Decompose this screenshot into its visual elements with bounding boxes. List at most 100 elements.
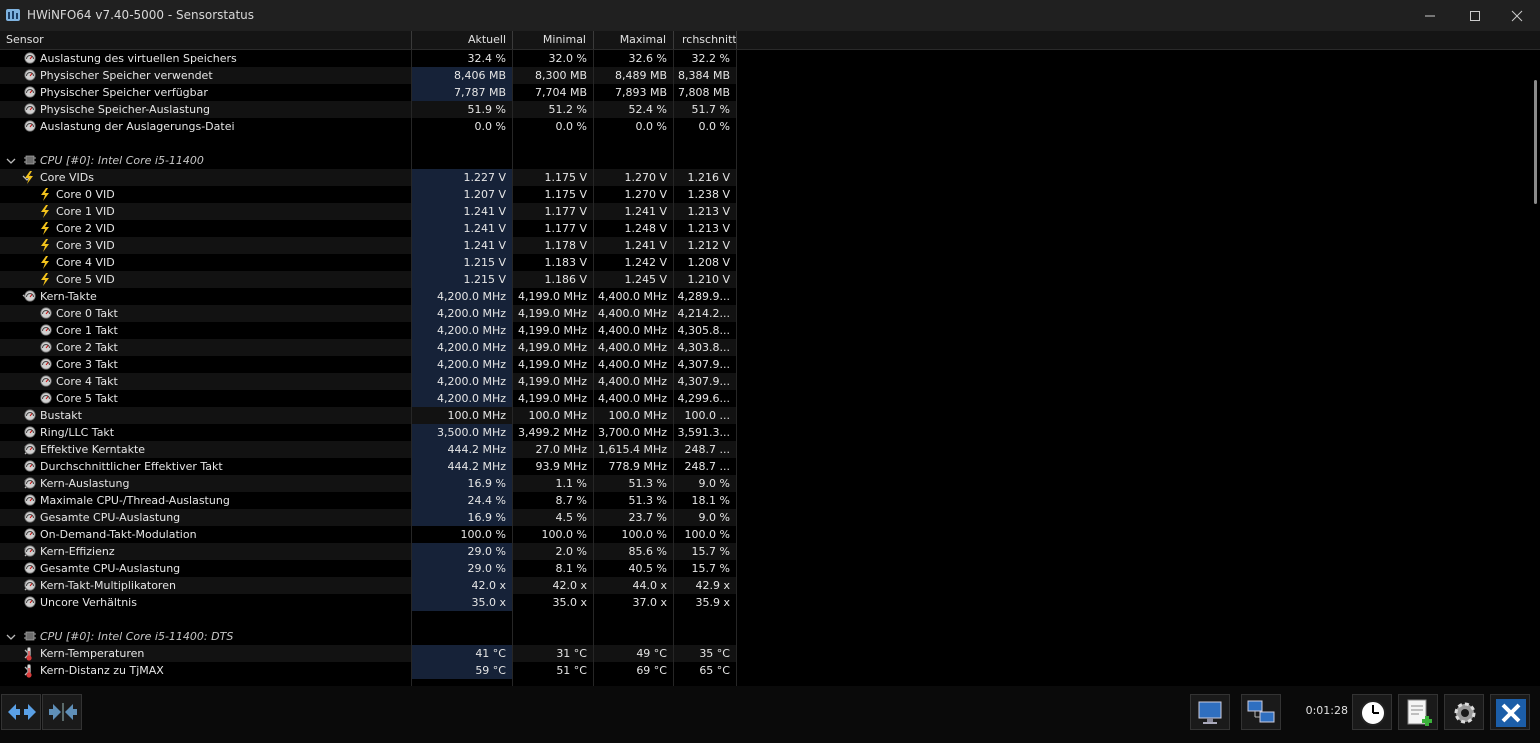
sensor-row[interactable]: Kern-Effizienz 29.0 % 2.0 % 85.6 % 15.7 % [0,543,736,560]
min-value-cell: 93.9 MHz [535,460,587,473]
close-sensors-button[interactable] [1490,694,1530,730]
sensor-label: On-Demand-Takt-Modulation [40,528,197,541]
sensor-row[interactable]: Gesamte CPU-Auslastung 29.0 % 8.1 % 40.5 % 1… [0,560,736,577]
sensor-row[interactable]: Core 1 VID 1.241 V 1.177 V 1.241 V 1.213 V [0,203,736,220]
sensor-rows: Auslastung des virtuellen Speichers 32.4 … [0,50,736,679]
sensor-row[interactable]: Durchschnittlicher Effektiver Takt 444.2 … [0,458,736,475]
column-header-sensor[interactable]: Sensor [6,31,44,49]
grid-line [411,50,412,686]
sensor-row[interactable]: Gesamte CPU-Auslastung 16.9 % 4.5 % 23.7 % 9… [0,509,736,526]
sensor-name-cell: Core 4 Takt [0,373,410,390]
sensor-row[interactable]: Kern-Takt-Multiplikatoren 42.0 x 42.0 x 44.… [0,577,736,594]
column-header-max[interactable]: Maximal [594,31,666,49]
sensor-row[interactable]: Core 0 Takt 4,200.0 MHz 4,199.0 MHz 4,400.0… [0,305,736,322]
sensor-row[interactable]: Physischer Speicher verwendet 8,406 MB 8,3… [0,67,736,84]
avg-value-cell: 35.9 x [695,596,731,609]
sensor-row[interactable]: Core 3 Takt 4,200.0 MHz 4,199.0 MHz 4,400.0… [0,356,736,373]
sensor-name-cell: Core 5 Takt [0,390,410,407]
collapse-chevron-icon[interactable] [6,155,16,169]
avg-value-cell: 4,305.8... [677,324,730,337]
min-value-cell: 100.0 % [541,528,587,541]
bolt-icon [40,273,50,288]
maximize-button[interactable] [1452,0,1498,31]
monitor-button[interactable] [1190,694,1230,730]
column-divider[interactable] [736,31,737,49]
max-value-cell: 1.242 V [624,256,667,269]
sensor-name-cell: Core 0 VID [0,186,410,203]
max-value-cell: 49 °C [636,647,667,660]
sensor-row[interactable]: Physischer Speicher verfügbar 7,787 MB 7,7… [0,84,736,101]
min-value-cell: 8.1 % [555,562,587,575]
network-button[interactable] [1241,694,1281,730]
sensor-row[interactable]: Core VIDs 1.227 V 1.175 V 1.270 V 1.216 V [0,169,736,186]
close-button[interactable] [1494,0,1540,31]
max-value-cell: 1.241 V [624,205,667,218]
sensor-row[interactable]: Kern-Auslastung 16.9 % 1.1 % 51.3 % 9.0 % [0,475,736,492]
sensor-name-cell: Kern-Auslastung [0,475,410,492]
column-header-min[interactable]: Minimal [513,31,586,49]
sensor-row[interactable]: Core 5 Takt 4,200.0 MHz 4,199.0 MHz 4,400.0… [0,390,736,407]
sensor-row[interactable]: Maximale CPU-/Thread-Auslastung 24.4 % 8.7… [0,492,736,509]
sensor-group-row[interactable]: CPU [#0]: Intel Core i5-11400 [0,152,736,169]
sensor-row[interactable]: Core 1 Takt 4,200.0 MHz 4,199.0 MHz 4,400.0… [0,322,736,339]
sensor-row[interactable]: On-Demand-Takt-Modulation 100.0 % 100.0 % 1… [0,526,736,543]
clock-button[interactable] [1352,694,1392,730]
max-value-cell: 1.270 V [624,188,667,201]
bolt-icon [40,205,50,220]
minimize-button[interactable] [1407,0,1453,31]
min-value-cell: 27.0 MHz [535,443,587,456]
sensor-name-cell: Physischer Speicher verwendet [0,67,410,84]
sensor-row[interactable]: Core 3 VID 1.241 V 1.178 V 1.241 V 1.212 V [0,237,736,254]
sensor-row[interactable]: Core 4 VID 1.215 V 1.183 V 1.242 V 1.208 V [0,254,736,271]
avg-value-cell: 4,289.9... [677,290,730,303]
gauge-icon [24,443,36,458]
vertical-scrollbar[interactable] [1530,50,1540,686]
log-button[interactable] [1398,694,1438,730]
sensor-table: Sensor Aktuell Minimal Maximal rchschnit… [0,31,1540,686]
sensor-row[interactable]: Uncore Verhältnis 35.0 x 35.0 x 37.0 x 35.9 … [0,594,736,611]
current-value-cell: 444.2 MHz [412,441,512,458]
sensor-label: Maximale CPU-/Thread-Auslastung [40,494,230,507]
sensor-row[interactable]: Core 0 VID 1.207 V 1.175 V 1.270 V 1.238 V [0,186,736,203]
avg-value-cell: 4,307.9... [677,375,730,388]
table-header: Sensor Aktuell Minimal Maximal rchschnit… [0,31,1540,50]
sensor-row[interactable]: Effektive Kerntakte 444.2 MHz 27.0 MHz 1,61… [0,441,736,458]
avg-value-cell: 35 °C [699,647,730,660]
sensor-row[interactable]: Core 5 VID 1.215 V 1.186 V 1.245 V 1.210 V [0,271,736,288]
column-header-avg[interactable]: rchschnitt [682,31,737,49]
sensor-label: Core 5 VID [56,273,115,286]
sensor-row[interactable]: Core 4 Takt 4,200.0 MHz 4,199.0 MHz 4,400.0… [0,373,736,390]
sensor-label: Core 3 VID [56,239,115,252]
sensor-row[interactable]: Ring/LLC Takt 3,500.0 MHz 3,499.2 MHz 3,700… [0,424,736,441]
expand-button[interactable] [1,694,41,730]
window-title: HWiNFO64 v7.40-5000 - Sensorstatus [27,8,255,22]
grid-line [512,50,513,686]
column-divider[interactable] [673,31,674,49]
sensor-row[interactable]: Kern-Takte 4,200.0 MHz 4,199.0 MHz 4,400.0 … [0,288,736,305]
settings-button[interactable] [1444,694,1484,730]
sensor-row[interactable]: Auslastung der Auslagerungs-Datei 0.0 % 0.… [0,118,736,135]
current-value-cell: 4,200.0 MHz [412,288,512,305]
sensor-label: Core 1 Takt [56,324,118,337]
avg-value-cell: 18.1 % [691,494,730,507]
sensor-row[interactable]: Kern-Temperaturen 41 °C 31 °C 49 °C 35 °C [0,645,736,662]
scrollbar-thumb[interactable] [1534,80,1537,204]
sensor-row[interactable]: Core 2 VID 1.241 V 1.177 V 1.248 V 1.213 V [0,220,736,237]
sensor-row[interactable]: Auslastung des virtuellen Speichers 32.4 … [0,50,736,67]
gauge-icon [24,290,36,305]
sensor-label: Bustakt [40,409,82,422]
sensor-row[interactable]: Kern-Distanz zu TjMAX 59 °C 51 °C 69 °C 65 °… [0,662,736,679]
sensor-label: CPU [#0]: Intel Core i5-11400 [40,154,204,167]
sensor-row[interactable]: Bustakt 100.0 MHz 100.0 MHz 100.0 MHz 100.0 … [0,407,736,424]
sensor-row[interactable]: Physische Speicher-Auslastung 51.9 % 51.2 … [0,101,736,118]
sensor-name-cell: Gesamte CPU-Auslastung [0,560,410,577]
sensor-row[interactable]: Core 2 Takt 4,200.0 MHz 4,199.0 MHz 4,400.0… [0,339,736,356]
avg-value-cell: 65 °C [699,664,730,677]
sensor-name-cell: Kern-Effizienz [0,543,410,560]
collapse-chevron-icon[interactable] [6,631,16,645]
min-value-cell: 4,199.0 MHz [517,307,587,320]
min-value-cell: 35.0 x [552,596,588,609]
sensor-group-row[interactable]: CPU [#0]: Intel Core i5-11400: DTS [0,628,736,645]
column-header-current[interactable]: Aktuell [412,31,506,49]
collapse-button[interactable] [42,694,82,730]
